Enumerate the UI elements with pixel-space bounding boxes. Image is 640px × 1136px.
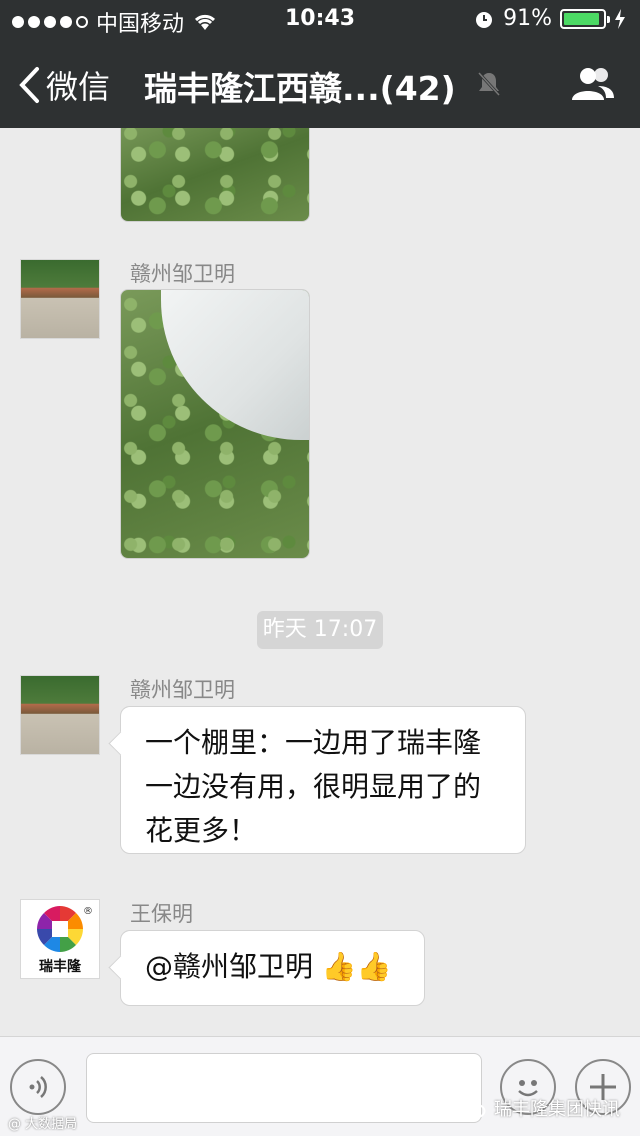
watermark-small: @ 大数据局 (8, 1117, 78, 1132)
battery-percent: 91% (503, 6, 552, 31)
nav-bar: 微信 瑞丰隆江西赣...(42) (0, 40, 640, 128)
brand-logo-icon (37, 906, 83, 952)
avatar[interactable]: ® 瑞丰隆 (20, 899, 100, 979)
message-line: 一边没有用，很明显用了的 (145, 770, 482, 803)
chat-area: 赣州邹卫明 昨天 17:07 赣州邹卫明 一个棚里：一边用了瑞丰隆 一边没有用，… (0, 128, 640, 1036)
back-button[interactable]: 微信 (18, 62, 110, 108)
watermark: 瑞丰隆集团快讯 (460, 1095, 620, 1121)
alarm-icon (476, 11, 493, 28)
group-info-icon[interactable] (570, 66, 616, 102)
timestamp: 昨天 17:07 (257, 611, 383, 649)
message-line: 一个棚里：一边用了瑞丰隆 (145, 726, 482, 759)
image-message[interactable] (120, 289, 310, 559)
image-message-partial[interactable] (120, 128, 310, 222)
mute-bell-icon (477, 71, 501, 97)
avatar[interactable] (20, 675, 100, 755)
registered-icon: ® (83, 906, 93, 917)
sender-name: 赣州邹卫明 (130, 678, 235, 702)
message-input[interactable] (86, 1053, 482, 1123)
chevron-left-icon (19, 67, 39, 103)
wechat-logo-icon (460, 1097, 486, 1118)
status-bar: 中国移动 10:43 91% (0, 0, 640, 40)
watermark-text: 瑞丰隆集团快讯 (494, 1099, 620, 1120)
chat-title: 瑞丰隆江西赣...(42) (144, 69, 456, 108)
message-line: 花更多！ (145, 814, 258, 847)
battery-icon (560, 8, 610, 29)
message-text: @赣州邹卫明 👍👍 (145, 950, 392, 983)
avatar-text: 瑞丰隆 (39, 959, 81, 975)
sender-name: 赣州邹卫明 (130, 262, 235, 286)
back-label: 微信 (46, 68, 111, 106)
text-message[interactable]: 一个棚里：一边用了瑞丰隆 一边没有用，很明显用了的 花更多！ (120, 706, 526, 854)
greenhouse-plastic (161, 290, 309, 440)
input-bar: 瑞丰隆集团快讯 @ 大数据局 (0, 1036, 640, 1136)
charging-icon (615, 8, 625, 29)
text-message[interactable]: @赣州邹卫明 👍👍 (120, 930, 425, 1006)
voice-button[interactable] (10, 1059, 66, 1115)
avatar[interactable] (20, 259, 100, 339)
voice-icon (29, 1076, 47, 1098)
sender-name: 王保明 (130, 902, 193, 926)
